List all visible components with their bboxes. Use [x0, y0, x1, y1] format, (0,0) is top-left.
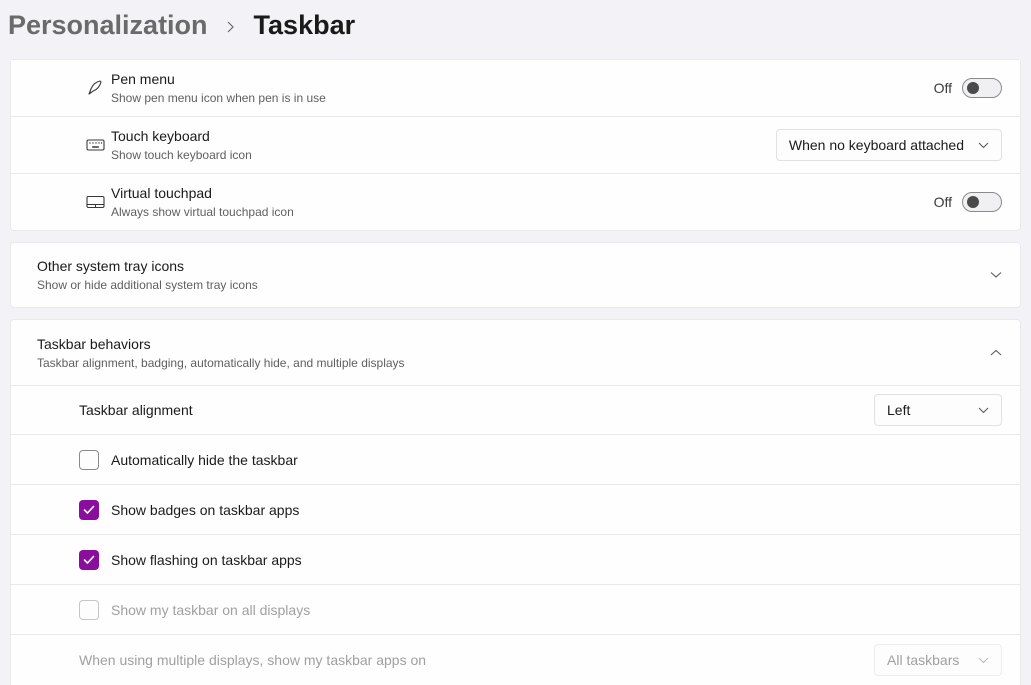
chevron-up-icon [990, 344, 1002, 362]
expander-other-tray-icons[interactable]: Other system tray icons Show or hide add… [10, 242, 1021, 308]
checkbox-auto-hide[interactable] [79, 450, 99, 470]
setting-desc: Show touch keyboard icon [111, 147, 776, 163]
dropdown-value: When no keyboard attached [789, 137, 964, 153]
setting-taskbar-alignment: Taskbar alignment Left [10, 385, 1021, 435]
breadcrumb: Personalization Taskbar [0, 0, 1031, 59]
checkbox-label: Show my taskbar on all displays [111, 602, 310, 618]
checkbox-badges[interactable] [79, 500, 99, 520]
checkbox-all-displays [79, 600, 99, 620]
chevron-down-icon [990, 266, 1002, 284]
setting-badges[interactable]: Show badges on taskbar apps [10, 485, 1021, 535]
checkbox-label: Show badges on taskbar apps [111, 502, 299, 518]
dropdown-value: All taskbars [887, 652, 959, 668]
toggle-pen-menu[interactable] [962, 78, 1002, 98]
toggle-state-label: Off [934, 80, 952, 96]
checkbox-flashing[interactable] [79, 550, 99, 570]
setting-multi-displays: When using multiple displays, show my ta… [10, 635, 1021, 685]
chevron-down-icon [978, 407, 989, 414]
setting-label: Taskbar alignment [79, 402, 874, 418]
expander-desc: Show or hide additional system tray icon… [37, 277, 990, 293]
setting-all-displays: Show my taskbar on all displays [10, 585, 1021, 635]
toggle-virtual-touchpad[interactable] [962, 192, 1002, 212]
dropdown-value: Left [887, 402, 910, 418]
chevron-down-icon [978, 657, 989, 664]
expander-taskbar-behaviors[interactable]: Taskbar behaviors Taskbar alignment, bad… [10, 319, 1021, 385]
expander-title: Taskbar behaviors [37, 335, 990, 354]
setting-desc: Show pen menu icon when pen is in use [111, 90, 934, 106]
dropdown-touch-keyboard[interactable]: When no keyboard attached [776, 129, 1002, 161]
touchpad-icon [79, 195, 111, 209]
setting-title: Virtual touchpad [111, 184, 934, 203]
toggle-state-label: Off [934, 194, 952, 210]
chevron-right-icon [226, 20, 236, 37]
breadcrumb-current: Taskbar [254, 10, 356, 41]
setting-flashing[interactable]: Show flashing on taskbar apps [10, 535, 1021, 585]
dropdown-taskbar-alignment[interactable]: Left [874, 394, 1002, 426]
setting-title: Touch keyboard [111, 127, 776, 146]
checkbox-label: Automatically hide the taskbar [111, 452, 298, 468]
setting-auto-hide[interactable]: Automatically hide the taskbar [10, 435, 1021, 485]
setting-title: Pen menu [111, 70, 934, 89]
expander-title: Other system tray icons [37, 257, 990, 276]
taskbar-behaviors-group: Taskbar alignment Left Automatically hid… [10, 385, 1021, 685]
checkbox-label: Show flashing on taskbar apps [111, 552, 302, 568]
keyboard-icon [79, 138, 111, 152]
expander-desc: Taskbar alignment, badging, automaticall… [37, 355, 990, 371]
setting-touch-keyboard[interactable]: Touch keyboard Show touch keyboard icon … [10, 117, 1021, 173]
setting-label: When using multiple displays, show my ta… [79, 652, 874, 668]
system-tray-group: Pen menu Show pen menu icon when pen is … [10, 59, 1021, 231]
breadcrumb-parent[interactable]: Personalization [8, 10, 208, 41]
dropdown-multi-displays: All taskbars [874, 644, 1002, 676]
setting-desc: Always show virtual touchpad icon [111, 204, 934, 220]
chevron-down-icon [978, 142, 989, 149]
setting-virtual-touchpad[interactable]: Virtual touchpad Always show virtual tou… [10, 174, 1021, 231]
pen-icon [79, 79, 111, 97]
setting-pen-menu[interactable]: Pen menu Show pen menu icon when pen is … [10, 59, 1021, 116]
